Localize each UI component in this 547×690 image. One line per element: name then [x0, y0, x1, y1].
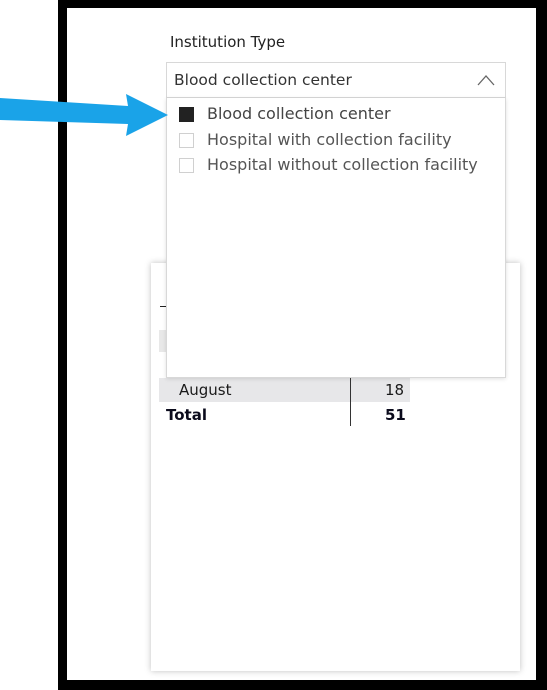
annotation-arrow-icon [0, 94, 168, 136]
chevron-up-icon[interactable] [477, 74, 495, 86]
column-divider [350, 378, 351, 426]
slicer-option-label: Hospital with collection facility [207, 130, 452, 149]
checkbox-unchecked[interactable] [179, 158, 194, 173]
slicer-title: Institution Type [170, 33, 286, 51]
slicer-dropdown[interactable]: Blood collection center [166, 62, 506, 98]
slicer-option-label: Blood collection center [207, 104, 391, 123]
row-month-cell: August [179, 381, 232, 399]
total-label: Total [166, 406, 207, 424]
checkbox-checked[interactable] [179, 107, 194, 122]
total-value: 51 [385, 406, 406, 424]
slicer-options-list: Blood collection center Hospital with co… [166, 98, 506, 378]
slicer-option-label: Hospital without collection facility [207, 155, 478, 174]
checkbox-unchecked[interactable] [179, 133, 194, 148]
row-value-cell: 18 [385, 381, 405, 399]
slicer-selected-value: Blood collection center [174, 71, 352, 89]
